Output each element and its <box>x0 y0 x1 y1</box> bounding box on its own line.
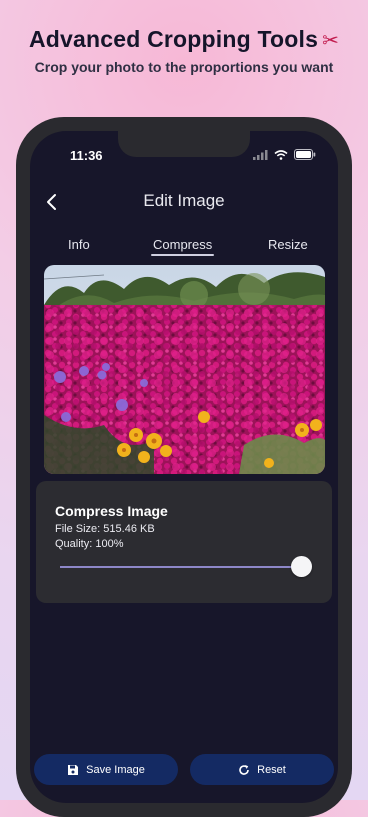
compress-card: Compress Image File Size: 515.46 KB Qual… <box>36 481 332 603</box>
refresh-icon <box>239 764 249 775</box>
compress-title: Compress Image <box>55 503 168 519</box>
phone-screen: 11:36 Edit Image Info Compress Resize Co… <box>30 131 338 803</box>
page-title: Edit Image <box>143 191 225 210</box>
reset-label: Reset <box>257 763 286 776</box>
status-icons <box>253 149 316 160</box>
battery-icon <box>294 149 316 160</box>
save-image-label: Save Image <box>86 763 145 776</box>
tab-bar: Info Compress Resize <box>30 237 338 263</box>
save-image-button[interactable]: Save Image <box>34 754 178 785</box>
scissors-icon: ✂ <box>322 30 340 52</box>
slider-track <box>60 566 302 568</box>
quality-text: Quality: 100% <box>55 538 124 550</box>
flower-photo <box>44 265 325 474</box>
tab-info[interactable]: Info <box>68 237 90 252</box>
floppy-disk-icon <box>68 764 79 775</box>
slider-thumb[interactable] <box>291 556 312 577</box>
promo-subtitle: Crop your photo to the proportions you w… <box>34 59 334 75</box>
image-preview <box>44 265 325 474</box>
tab-compress[interactable]: Compress <box>150 237 215 256</box>
wifi-icon <box>274 149 288 160</box>
promo-title: Advanced Cropping Tools <box>28 26 319 52</box>
top-nav: Edit Image <box>30 188 338 218</box>
status-time: 11:36 <box>70 148 103 163</box>
phone-notch <box>118 131 250 157</box>
reset-button[interactable]: Reset <box>190 754 334 785</box>
quality-slider[interactable] <box>60 555 312 579</box>
tab-resize[interactable]: Resize <box>268 237 308 252</box>
promo-title-row: Advanced Cropping Tools ✂ <box>0 26 368 53</box>
signal-icon <box>253 149 268 160</box>
file-size-text: File Size: 515.46 KB <box>55 523 155 535</box>
phone-frame: 11:36 Edit Image Info Compress Resize Co… <box>16 117 352 817</box>
promo-header: Advanced Cropping Tools ✂ Crop your photo… <box>0 26 368 75</box>
